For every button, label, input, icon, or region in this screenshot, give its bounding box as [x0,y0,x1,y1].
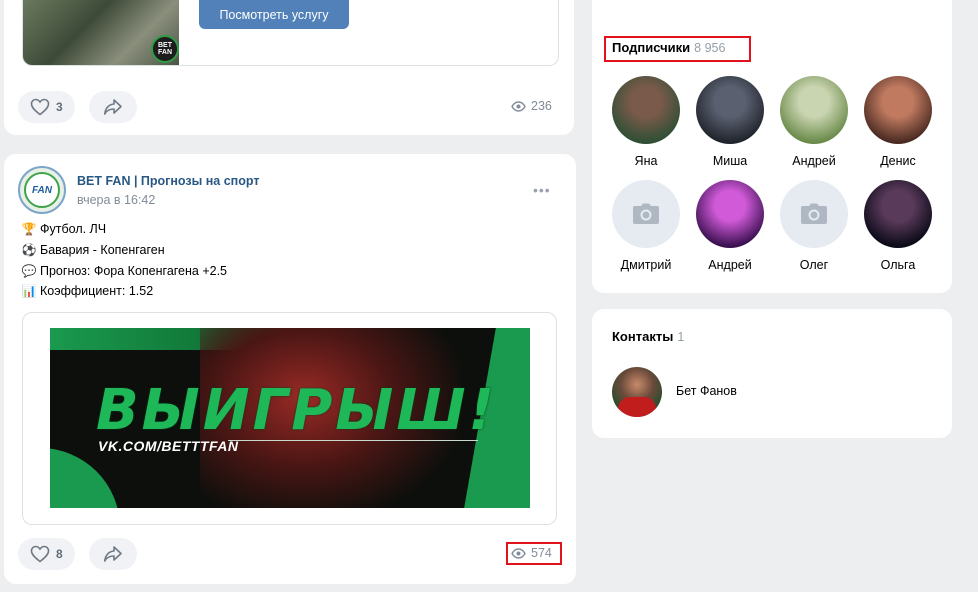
contact-name[interactable]: Бет Фанов [676,384,737,398]
subscriber-name: Миша [712,154,748,168]
post-author[interactable]: BET FAN | Прогнозы на спорт [77,174,259,188]
service-snippet[interactable]: BET FAN Посмотреть услугу [22,0,559,66]
post-card-previous: BET FAN Посмотреть услугу 3 236 [4,0,574,135]
community-avatar[interactable]: FAN [18,166,66,214]
subscriber-item[interactable]: Яна [606,76,686,168]
post-line: 📊 Коэффициент: 1.52 [21,284,154,298]
subscriber-avatar[interactable] [864,76,932,144]
like-count: 8 [56,547,63,561]
camera-icon[interactable] [612,180,680,248]
subscriber-item[interactable]: Дмитрий [606,180,686,272]
subscriber-avatar[interactable] [696,76,764,144]
camera-icon[interactable] [780,180,848,248]
bar-chart-icon: 📊 [21,284,37,298]
views-count: 236 [531,99,552,113]
like-button[interactable]: 3 [18,91,75,123]
post-line: 💬 Прогноз: Фора Копенгагена +2.5 [21,264,228,278]
more-options-icon[interactable]: ••• [533,182,551,198]
subscribers-highlight-box [604,36,751,62]
contacts-count: 1 [677,330,685,344]
like-count: 3 [56,100,63,114]
subscriber-item[interactable]: Андрей [774,76,854,168]
subscriber-name: Ольга [880,258,916,272]
subscriber-name: Денис [880,154,916,168]
contacts-card: Контакты 1 Бет Фанов [592,309,952,438]
speech-bubble-icon: 💬 [21,264,37,278]
post-time[interactable]: вчера в 16:42 [77,193,155,207]
subscriber-avatar[interactable] [696,180,764,248]
share-icon [104,546,122,562]
banner-url: VK.COM/BETTTFAN [98,438,239,454]
post-image-banner[interactable]: ВЫИГРЫШ! VK.COM/BETTTFAN [50,328,530,508]
subscriber-avatar[interactable] [864,180,932,248]
subscriber-name: Дмитрий [620,258,672,272]
soccer-ball-icon: ⚽ [21,243,37,257]
views-highlight-box [506,542,562,565]
subscriber-name: Андрей [792,154,836,168]
trophy-icon: 🏆 [21,222,37,236]
subscribers-card: Подписчики 8 956 Яна Миша Андрей Денис Дмитри… [592,0,952,293]
subscriber-item[interactable]: Ольга [858,180,938,272]
subscriber-item[interactable]: Денис [858,76,938,168]
subscriber-name: Андрей [708,258,752,272]
subscriber-name: Яна [634,154,658,168]
subscriber-item[interactable]: Андрей [690,180,770,272]
heart-icon [30,545,50,563]
subscriber-avatar[interactable] [780,76,848,144]
snippet-logo: BET FAN [151,35,179,63]
views-counter: 236 [511,99,552,113]
eye-icon [511,100,526,112]
post-line: ⚽ Бавария - Копенгаген [21,243,165,257]
post-line: 🏆 Футбол. ЛЧ [21,222,107,236]
heart-icon [30,98,50,116]
contacts-title[interactable]: Контакты 1 [612,329,684,344]
subscriber-avatar[interactable] [612,76,680,144]
post-media[interactable]: ВЫИГРЫШ! VK.COM/BETTTFAN [22,312,557,525]
share-icon [104,99,122,115]
share-button[interactable] [89,538,137,570]
subscriber-name: Олег [799,258,829,272]
post-card: FAN BET FAN | Прогнозы на спорт вчера в … [4,154,576,584]
share-button[interactable] [89,91,137,123]
contact-avatar[interactable] [612,367,662,417]
view-service-button[interactable]: Посмотреть услугу [199,0,349,29]
like-button[interactable]: 8 [18,538,75,570]
subscriber-item[interactable]: Миша [690,76,770,168]
banner-title: ВЫИГРЫШ! [96,378,498,443]
subscriber-item[interactable]: Олег [774,180,854,272]
